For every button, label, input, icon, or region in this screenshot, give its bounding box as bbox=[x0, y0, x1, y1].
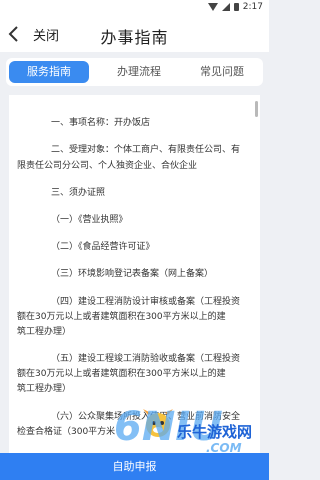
tab-faq[interactable]: 常见问题 bbox=[182, 58, 262, 86]
content-line: （一）《营业执照》 bbox=[51, 215, 128, 225]
content-line: 筑工程办理） bbox=[17, 384, 72, 394]
content-line: 一、事项名称：开办饭店 bbox=[51, 118, 151, 128]
content-line: 筑工程办理） bbox=[17, 327, 72, 337]
content-line: 额在30万元以上或者建筑面积在300平方米以上的建 bbox=[17, 312, 226, 322]
nav-bar: 关闭 办事指南 bbox=[0, 15, 269, 52]
content-line: 额在30万元以上或者建筑面积在300平方米以上的建 bbox=[17, 369, 226, 379]
content-line: 三、须办证照 bbox=[51, 188, 106, 198]
content-line: （三）环境影响登记表备案（网上备案） bbox=[51, 269, 214, 279]
content-line: （二）《食品经营许可证》 bbox=[51, 242, 155, 252]
status-bar: 2:17 bbox=[0, 0, 269, 15]
battery-icon bbox=[233, 3, 239, 11]
wifi-icon bbox=[207, 3, 218, 11]
scrollbar[interactable] bbox=[255, 101, 258, 117]
tab-process[interactable]: 办理流程 bbox=[99, 58, 179, 86]
tab-service-guide[interactable]: 服务指南 bbox=[9, 61, 89, 83]
status-time: 2:17 bbox=[242, 2, 263, 12]
content-line: 二、受理对象：个体工商户、有限责任公司、有 bbox=[51, 145, 241, 155]
content-line: 检查合格证（300平方米 bbox=[17, 427, 116, 437]
tab-bar: 服务指南 办理流程 常见问题 bbox=[6, 58, 263, 86]
self-apply-button[interactable]: 自助申报 bbox=[0, 453, 269, 480]
content-line: （四）建设工程消防设计审核或备案（工程投资 bbox=[51, 297, 241, 307]
watermark-text: 乐牛游戏网 bbox=[177, 423, 253, 441]
content-line: （五）建设工程竣工消防验收或备案（工程投资 bbox=[51, 354, 241, 364]
page-title: 办事指南 bbox=[100, 28, 169, 47]
signal-icon bbox=[221, 3, 230, 11]
content-line: 限责任公司分公司、个人独资企业、合伙企业 bbox=[17, 161, 198, 171]
